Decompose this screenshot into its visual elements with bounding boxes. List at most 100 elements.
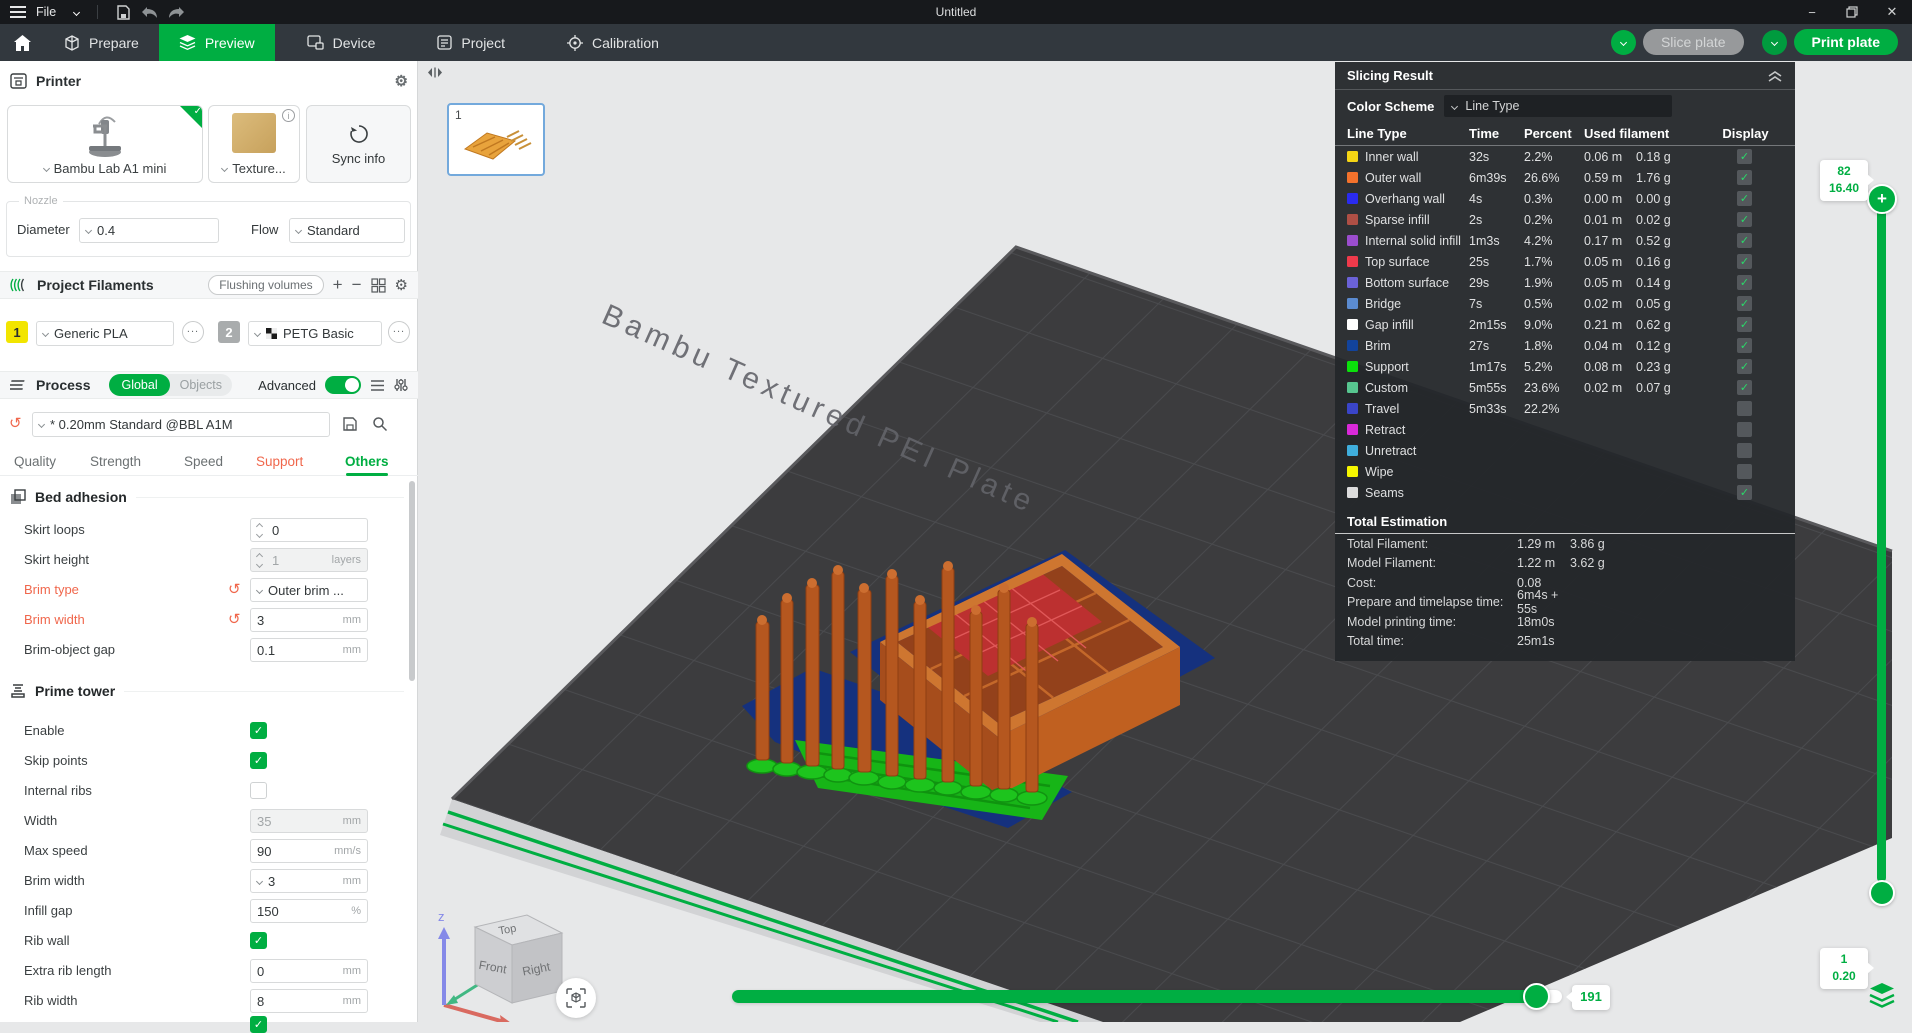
display-checkbox[interactable]: ✓ [1737,296,1752,311]
spinner-arrows[interactable] [257,524,266,537]
printer-settings-gear-icon[interactable]: ⚙ [395,72,408,90]
slice-options-chevron[interactable] [1611,30,1636,55]
seg-objects[interactable]: Objects [170,378,232,392]
width-field[interactable]: mm [250,809,368,833]
filament-1-select[interactable]: Generic PLA [36,321,174,346]
brim-width-input[interactable] [257,613,343,628]
layer-slider-upper-handle[interactable]: + [1867,184,1897,214]
move-slider-handle[interactable] [1523,983,1550,1010]
display-checkbox[interactable]: ✓ [1737,443,1752,458]
brim-object-gap-input[interactable] [257,643,343,658]
tab-prepare[interactable]: Prepare [44,24,159,61]
global-objects-toggle[interactable]: Global Objects [109,374,232,396]
settings-scrollbar[interactable] [409,481,415,681]
width-input[interactable] [257,814,343,829]
spinner-arrows[interactable] [257,554,266,567]
print-options-chevron[interactable] [1762,30,1787,55]
home-button[interactable] [0,24,44,61]
filament-2-color-badge[interactable]: 2 [218,321,240,343]
tab-others[interactable]: Others [345,454,389,469]
filament-grid-icon[interactable] [371,278,386,293]
filament-1-more-button[interactable]: ... [182,321,204,343]
display-checkbox[interactable]: ✓ [1737,191,1752,206]
slice-plate-button[interactable]: Slice plate [1643,29,1744,55]
preset-reset-icon[interactable]: ↺ [9,416,22,431]
brim-type-select[interactable]: Outer brim ... [250,578,368,602]
reset-icon[interactable]: ↺ [228,612,241,627]
layer-slider-track[interactable] [1877,198,1886,882]
display-checkbox[interactable]: ✓ [1737,149,1752,164]
tab-calibration[interactable]: Calibration [547,24,679,61]
print-plate-button[interactable]: Print plate [1794,29,1898,55]
layer-slider-lower-handle[interactable] [1869,880,1895,906]
skirt-height-spinner[interactable]: layers [250,548,368,572]
tab-project[interactable]: Project [417,24,525,61]
flushing-volumes-button[interactable]: Flushing volumes [208,275,323,295]
file-menu[interactable]: File [36,5,56,19]
display-checkbox[interactable]: ✓ [1737,317,1752,332]
tab-support[interactable]: Support [256,454,303,469]
skirt-loops-input[interactable] [272,523,361,538]
partial-next-checkbox[interactable]: ✓ [250,1016,267,1033]
close-button[interactable]: ✕ [1872,0,1912,24]
filament-1-color-badge[interactable]: 1 [6,321,28,343]
display-checkbox[interactable]: ✓ [1737,212,1752,227]
save-icon[interactable] [116,5,131,20]
restore-button[interactable] [1832,0,1872,24]
rib-width-input[interactable] [257,994,343,1009]
plate-type-name[interactable]: Texture... [232,161,285,176]
infill-gap-field[interactable]: % [250,899,368,923]
info-icon[interactable]: i [282,109,295,122]
display-checkbox[interactable]: ✓ [1737,401,1752,416]
display-checkbox[interactable]: ✓ [1737,359,1752,374]
move-slider-track[interactable] [732,990,1562,1003]
flow-select[interactable]: Standard [289,218,405,243]
display-checkbox[interactable]: ✓ [1737,464,1752,479]
brim-object-gap-field[interactable]: mm [250,638,368,662]
sync-info-button[interactable]: Sync info [306,105,411,183]
filament-2-more-button[interactable]: ... [388,321,410,343]
tab-speed[interactable]: Speed [184,454,223,469]
max-speed-field[interactable]: mm/s [250,839,368,863]
advanced-toggle[interactable] [325,376,361,394]
display-checkbox[interactable]: ✓ [1737,338,1752,353]
process-preset-select[interactable]: * 0.20mm Standard @BBL A1M [32,412,330,437]
tab-preview[interactable]: Preview [159,24,275,61]
skirt-height-input[interactable] [272,553,332,568]
diameter-select[interactable]: 0.4 [79,218,219,243]
filament-settings-gear-icon[interactable]: ⚙ [395,276,408,294]
undo-icon[interactable] [141,6,158,19]
plate-type-card[interactable]: i Texture... [208,105,300,183]
rib-width-field[interactable]: mm [250,989,368,1013]
tower-brim-width-select[interactable]: 3mm [250,869,368,893]
display-checkbox[interactable]: ✓ [1737,254,1752,269]
add-filament-button[interactable]: + [333,275,343,295]
tab-strength[interactable]: Strength [90,454,141,469]
display-checkbox[interactable]: ✓ [1737,170,1752,185]
reset-icon[interactable]: ↺ [228,582,241,597]
view-list-icon[interactable] [370,379,385,392]
printer-name[interactable]: Bambu Lab A1 mini [54,161,167,176]
display-checkbox[interactable]: ✓ [1737,422,1752,437]
collapse-panel-icon[interactable] [1767,70,1783,82]
remove-filament-button[interactable]: − [352,275,362,295]
rib-wall-checkbox[interactable]: ✓ [250,932,267,949]
internal-ribs-checkbox[interactable] [250,782,267,799]
display-checkbox[interactable]: ✓ [1737,233,1752,248]
extra-rib-length-field[interactable]: mm [250,959,368,983]
search-preset-icon[interactable] [372,416,388,432]
save-preset-icon[interactable] [342,416,358,432]
display-checkbox[interactable]: ✓ [1737,485,1752,500]
hamburger-menu-icon[interactable] [10,6,26,18]
fit-view-button[interactable] [556,978,596,1018]
filament-2-select[interactable]: PETG Basic [248,321,382,346]
color-scheme-select[interactable]: Line Type [1444,95,1672,117]
layers-view-icon[interactable] [1868,982,1896,1008]
printer-card[interactable]: ✓ Bambu Lab A1 mini [7,105,203,183]
tune-icon[interactable] [394,378,408,392]
extra-rib-length-input[interactable] [257,964,343,979]
redo-icon[interactable] [168,6,185,19]
minimize-button[interactable]: − [1792,0,1832,24]
tab-device[interactable]: Device [287,24,396,61]
plate-thumbnail[interactable]: 1 [447,103,545,176]
